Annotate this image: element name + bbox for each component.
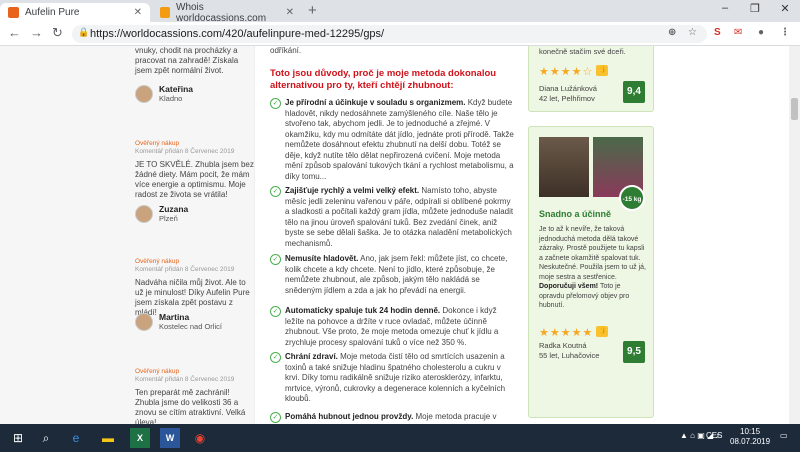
star-rating: ★★★★★: [539, 327, 594, 339]
weight-loss-badge: -15 kg: [619, 185, 645, 211]
testimonial-card: konečně stačím své dceři. ★★★★☆ 👍 Diana L…: [528, 46, 654, 112]
clock[interactable]: 10:15 08.07.2019: [730, 427, 770, 447]
reviewer-city: Plzeň: [159, 214, 178, 223]
reviewer-city: Kladno: [159, 94, 183, 103]
article: odříkání. Toto jsou důvody, proč je moje…: [270, 46, 520, 423]
taskbar: ⊞ ⌕ e ▬ X W ◉ ▲ ⌂ ▣ ◢ ♪ CES 10:15 08.07.2…: [0, 424, 800, 452]
avatar: [135, 204, 153, 223]
verified-label: Ověřený nákup: [135, 140, 180, 147]
score-badge: 9,4: [623, 81, 645, 103]
reviewer: Zuzana Plzeň: [135, 204, 188, 223]
windows-start-icon[interactable]: ⊞: [8, 428, 28, 448]
reviewer: Martina Kostelec nad Orlicí: [135, 312, 222, 331]
check-icon: ✓: [270, 352, 281, 363]
verified-label: Ověřený nákup: [135, 368, 180, 375]
reviewer-name: Zuzana: [159, 204, 189, 214]
reviewer-city: Kostelec nad Orlicí: [159, 322, 222, 331]
before-photo: [539, 137, 589, 197]
check-icon: ✓: [270, 186, 281, 197]
favicon-icon: [160, 7, 170, 18]
tab-strip: Aufelin Pure ✕ Whois worldocassions.com …: [0, 0, 800, 24]
profile-icon[interactable]: ●: [758, 27, 764, 38]
tab-whois[interactable]: Whois worldocassions.com ✕: [152, 1, 302, 24]
check-icon: ✓: [270, 412, 281, 423]
url-text: https://worldocassions.com/420/aufelinpu…: [90, 28, 385, 40]
rating-row: ★★★★★ 👍: [539, 323, 609, 341]
word-icon[interactable]: W: [160, 428, 180, 448]
section-heading: Toto jsou důvody, proč je moje metoda do…: [270, 68, 497, 91]
score-badge: 9,5: [623, 341, 645, 363]
reload-icon[interactable]: ↻: [52, 25, 63, 41]
excel-icon[interactable]: X: [130, 428, 150, 448]
tab-label: Aufelin Pure: [25, 7, 80, 18]
check-icon: ✓: [270, 254, 281, 265]
favicon-icon: [8, 7, 19, 18]
paragraph-end: odříkání.: [270, 46, 302, 55]
extension-s-icon[interactable]: S: [714, 27, 721, 38]
review: Ověřený nákup Komentář přidán 8 Červenec…: [135, 258, 255, 318]
extension-mail-icon[interactable]: ✉: [734, 27, 742, 38]
star-rating: ★★★★☆: [539, 66, 594, 78]
list-item: ✓ Nemusíte hladovět. Ano, jak jsem řekl: …: [270, 254, 515, 296]
file-explorer-icon[interactable]: ▬: [98, 428, 118, 448]
close-tab-icon[interactable]: ✕: [134, 7, 142, 18]
review-date: Komentář přidán 8 Červenec 2019: [135, 148, 235, 155]
avatar: [135, 84, 153, 103]
chrome-icon[interactable]: ◉: [190, 428, 210, 448]
review-text: JE TO SKVĚLÉ. Zhubla jsem bez žádné diet…: [135, 160, 254, 199]
close-tab-icon[interactable]: ✕: [286, 7, 294, 18]
language-indicator[interactable]: CES: [706, 431, 722, 440]
new-tab-button[interactable]: +: [308, 2, 317, 19]
list-item: ✓ Pomáhá hubnout jednou provždy. Moje met…: [270, 412, 515, 423]
forward-icon[interactable]: →: [30, 25, 43, 40]
testimonial-text: Je to až k nevíře, že taková jednoduchá …: [539, 226, 646, 309]
review-date: Komentář přidán 8 Červenec 2019: [135, 266, 235, 273]
list-item: ✓ Je přírodní a účinkuje v souladu s orga…: [270, 98, 515, 182]
review: Ověřený nákup Komentář přidán 8 Červenec…: [135, 368, 255, 424]
edge-icon[interactable]: e: [66, 428, 86, 448]
thumbs-up-icon: 👍: [596, 326, 609, 338]
review-text: vnuky, chodit na procházky a pracovat na…: [135, 46, 239, 75]
zoom-icon[interactable]: ⊕: [668, 27, 676, 38]
menu-icon[interactable]: ⋮: [780, 27, 790, 38]
avatar: [135, 312, 153, 331]
reviewer-name: Kateřina: [159, 84, 194, 94]
tab-label: Whois worldocassions.com: [176, 1, 267, 24]
testimonial-column: konečně stačím své dceři. ★★★★☆ 👍 Diana L…: [528, 46, 654, 424]
testimonial-text: konečně stačím své dceři.: [539, 47, 626, 56]
minimize-icon[interactable]: –: [710, 2, 740, 14]
reviewer: Kateřina Kladno: [135, 84, 193, 103]
testimonial-card: -15 kg Snadno a účinně Je to až k nevíře…: [528, 126, 654, 418]
restore-icon[interactable]: ❐: [740, 2, 770, 15]
list-item: ✓ Automaticky spaluje tuk 24 hodin denně.…: [270, 306, 515, 348]
back-icon[interactable]: ←: [8, 25, 21, 40]
web-page: vnuky, chodit na procházky a pracovat na…: [0, 46, 800, 424]
check-icon: ✓: [270, 306, 281, 317]
check-icon: ✓: [270, 98, 281, 109]
search-icon[interactable]: ⌕: [36, 428, 56, 448]
address-bar[interactable]: 🔒 https://worldocassions.com/420/aufelin…: [72, 25, 707, 43]
reviewer-name: Martina: [159, 312, 190, 322]
lock-icon: 🔒: [78, 27, 90, 37]
list-item: ✓ Chrání zdraví. Moje metoda čistí tělo o…: [270, 352, 515, 405]
review-date: Komentář přidán 8 Červenec 2019: [135, 376, 235, 383]
review: Ověřený nákup Komentář přidán 8 Červenec…: [135, 140, 255, 200]
tab-aufelin[interactable]: Aufelin Pure ✕: [0, 3, 150, 22]
rating-row: ★★★★☆ 👍: [529, 56, 653, 80]
review-text: Ten preparát mě zachránil! Zhubla jsme d…: [135, 388, 246, 424]
reviewer-info: Radka Koutná 55 let, Luhačovice: [539, 341, 600, 360]
card-title: Snadno a účinně: [539, 209, 612, 219]
thumbs-up-icon: 👍: [596, 65, 609, 77]
list-item: ✓ Zajišťuje rychlý a velmi velký efekt. N…: [270, 186, 515, 249]
scrollbar-thumb[interactable]: [791, 98, 798, 120]
toolbar: ← → ↻ 🔒 https://worldocassions.com/420/a…: [0, 22, 800, 46]
bookmark-star-icon[interactable]: ☆: [688, 27, 697, 38]
verified-label: Ověřený nákup: [135, 258, 180, 265]
close-window-icon[interactable]: ✕: [770, 2, 800, 15]
notifications-icon[interactable]: ▭: [780, 431, 788, 440]
